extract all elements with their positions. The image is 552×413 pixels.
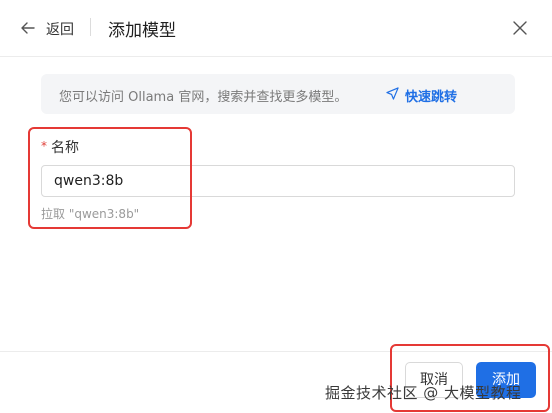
dialog-title: 添加模型	[108, 21, 176, 41]
watermark: 掘金技术社区 @ 大模型教程	[325, 384, 522, 402]
quick-jump-link[interactable]: 快速跳转	[405, 86, 457, 105]
close-icon[interactable]	[511, 19, 529, 37]
navigation-arrow-icon[interactable]	[386, 87, 399, 100]
dialog-header: 返回 添加模型	[0, 0, 552, 57]
banner-text: 您可以访问 Ollama 官网，搜索并查找更多模型。	[59, 90, 348, 105]
header-divider	[90, 18, 91, 36]
back-arrow-icon[interactable]	[20, 20, 36, 36]
annotation-box-name-field	[28, 127, 192, 229]
back-button[interactable]: 返回	[46, 19, 74, 39]
info-banner: 您可以访问 Ollama 官网，搜索并查找更多模型。 快速跳转	[41, 74, 515, 114]
